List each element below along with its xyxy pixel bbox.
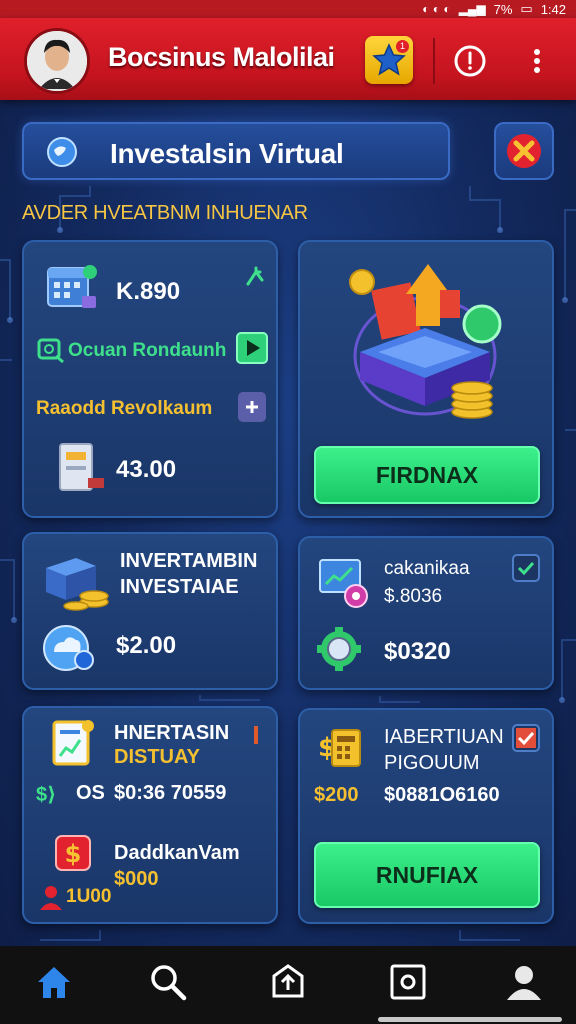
coin-box-icon: [46, 558, 109, 611]
nav-home[interactable]: [34, 962, 74, 1002]
checkmark-icon: [516, 728, 536, 748]
signal-icon: ▂▄▆: [458, 2, 486, 16]
card1-yellow-label: Raaodd Revolkaum: [36, 398, 213, 419]
investment-card-6[interactable]: $ IABERTIUAN PIGOUUM $200 $0881O6160 RNU…: [298, 708, 554, 924]
more-menu-button[interactable]: [526, 42, 548, 80]
more-vertical-icon: [534, 49, 540, 73]
adjust-button[interactable]: [238, 392, 266, 422]
card1-amount: 43.00: [116, 456, 177, 483]
notification-badge: 1: [396, 40, 409, 53]
investment-cube-illustration: [349, 264, 502, 419]
server-icon: [59, 443, 104, 491]
investment-card-4[interactable]: cakanikaa $.8036 $0320: [298, 536, 554, 690]
battery-icon: ▭: [520, 1, 533, 16]
card6-checkbox[interactable]: [512, 724, 540, 752]
close-icon: [507, 134, 541, 168]
header-divider: [433, 38, 435, 84]
profile-icon: [507, 966, 541, 1000]
money-calculator-icon: $: [318, 729, 361, 767]
globe-icon: [47, 137, 77, 167]
close-button[interactable]: [494, 122, 554, 180]
card3-amount: $2.00: [116, 632, 177, 659]
nav-wallet[interactable]: [388, 962, 428, 1002]
upload-icon: [272, 964, 304, 998]
card4-checkbox[interactable]: [512, 554, 540, 582]
card6-title-line1: IABERTIUAN: [384, 726, 504, 748]
home-indicator: [378, 1017, 562, 1022]
card5-title2: DaddkanVam: [114, 842, 240, 864]
play-icon: [247, 340, 260, 356]
card5-title-line1: HNERTASIN: [114, 722, 230, 744]
card5-title-line2: DISTUAY: [114, 746, 200, 768]
nav-profile[interactable]: [504, 962, 544, 1002]
card4-title: cakanikaa: [384, 558, 470, 579]
cloud-badge-icon: [43, 625, 94, 671]
bottom-navigation: [0, 946, 576, 1024]
home-icon: [38, 967, 70, 998]
section-title: AVDER HVEATBNM INHUENAR: [22, 202, 308, 224]
plus-minus-icon: [246, 401, 258, 413]
avatar-icon: [27, 31, 87, 91]
search-money-icon: [37, 338, 64, 364]
report-chart-icon: [52, 720, 94, 766]
battery-percent: 7%: [493, 1, 513, 17]
investment-card-5[interactable]: HNERTASIN DISTUAY $⟩ OS $0:36 70559 $ Da…: [22, 706, 278, 924]
checkmark-icon: [517, 561, 535, 576]
card4-value2: $0320: [384, 638, 451, 665]
alert-clock-icon: [454, 45, 486, 77]
chart-monitor-icon: [319, 559, 368, 608]
wallet-icon: [390, 964, 426, 1000]
card5-small-value: 1U00: [66, 886, 112, 907]
card5-value1: $0:36 70559: [114, 782, 227, 804]
card5-code: OS: [76, 782, 105, 804]
status-bar: ◐ ◐ ◐ ▂▄▆ 7% ▭ 1:42: [0, 0, 576, 18]
search-bar[interactable]: Investalsin Virtual: [22, 122, 450, 180]
card1-green-label: Ocuan Rondaunh: [68, 340, 227, 361]
clock-time: 1:42: [540, 1, 566, 17]
svg-text:$: $: [65, 840, 82, 868]
card6-action-button[interactable]: RNUFIAX: [314, 842, 540, 908]
card6-value2: $0881O6160: [384, 784, 500, 806]
card2-action-button[interactable]: FIRDNAX: [314, 446, 540, 504]
investment-card-2[interactable]: FIRDNAX: [298, 240, 554, 518]
nav-upload[interactable]: [268, 962, 308, 1002]
investment-card-1[interactable]: K.890 Ocuan Rondaunh Raaodd Revolkaum 43…: [22, 240, 278, 518]
card4-value1: $.8036: [384, 586, 443, 607]
nav-search[interactable]: [148, 962, 188, 1002]
user-alert-icon: [40, 886, 62, 910]
app-title: Bocsinus Malolilai: [108, 42, 335, 72]
card6-title-line2: PIGOUUM: [384, 752, 480, 774]
search-title: Investalsin Virtual: [110, 138, 344, 169]
app-header: Bocsinus Malolilai 1: [0, 18, 576, 100]
history-button[interactable]: [451, 42, 489, 80]
trend-up-icon: [246, 266, 264, 286]
notification-icons: ◐ ◐ ◐: [422, 2, 451, 16]
card5-value2: $000: [114, 868, 159, 890]
play-button[interactable]: [236, 332, 268, 364]
dollar-shield-icon: $: [55, 835, 91, 871]
card5-indicator: [254, 726, 258, 744]
card3-title-line2: INVESTAIAE: [120, 576, 239, 598]
card1-value: K.890: [116, 278, 181, 305]
avatar[interactable]: [24, 28, 90, 94]
card6-value1: $200: [314, 784, 359, 806]
search-icon: [151, 965, 187, 1001]
investment-card-3[interactable]: INVERTAMBIN INVESTAIAE $2.00: [22, 532, 278, 690]
calendar-icon: [47, 265, 97, 308]
gear-coin-icon: [317, 627, 361, 671]
favorites-button[interactable]: 1: [365, 36, 413, 84]
card3-title-line1: INVERTAMBIN: [120, 550, 258, 572]
currency-icon: $⟩: [36, 784, 57, 806]
